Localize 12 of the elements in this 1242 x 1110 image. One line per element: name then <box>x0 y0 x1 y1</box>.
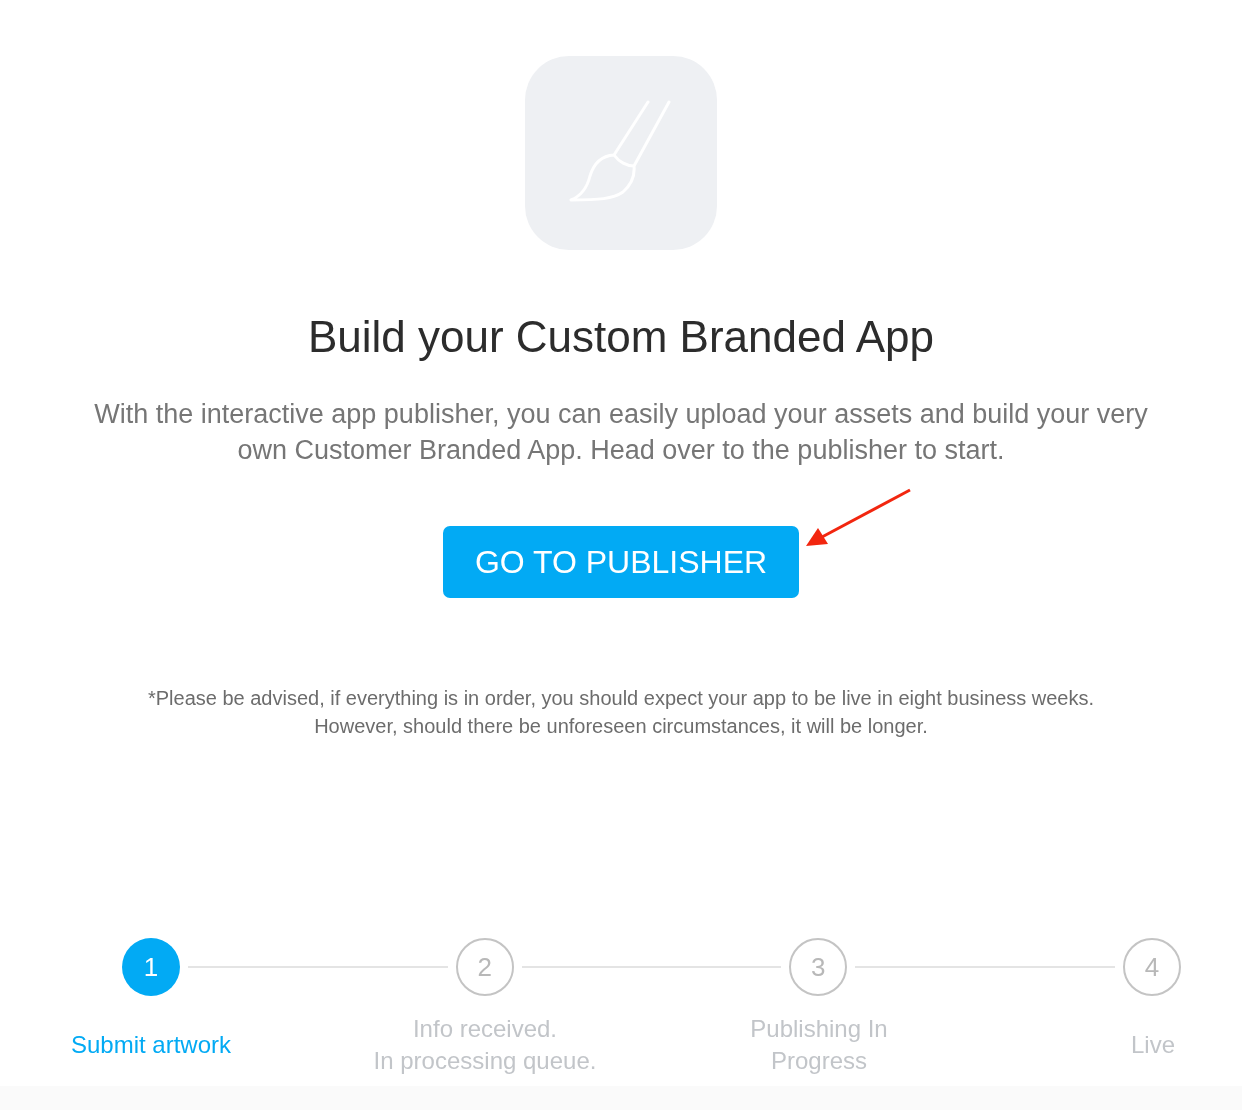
description-text: With the interactive app publisher, you can easily upload your assets and build your very own Customer Branded App. Head over to the publisher to start. <box>93 398 1149 467</box>
page-title: Build your Custom Branded App <box>307 311 935 363</box>
step-number: 1 <box>122 938 180 996</box>
step-label: Live <box>1130 1030 1176 1060</box>
go-to-publisher-button[interactable]: GO TO PUBLISHER <box>443 526 799 598</box>
step-number: 3 <box>789 938 848 996</box>
step-label: Publishing In Progress <box>749 1014 889 1076</box>
step-number: 2 <box>455 938 514 996</box>
step-label: Submit artwork <box>69 1030 232 1060</box>
step-label: Info received. In processing queue. <box>372 1014 598 1076</box>
advisory-note: *Please be advised, if everything is in order, you should expect your app to be live in eight business weeks. However, should there be unforeseen circumstances, it will be longer. <box>146 686 1096 739</box>
step-number: 4 <box>1123 938 1181 996</box>
